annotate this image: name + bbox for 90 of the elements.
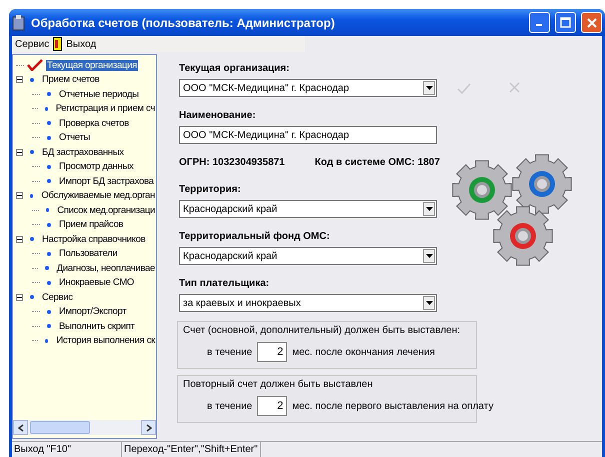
tree-item[interactable]: История выполнения ск [55,335,156,346]
dropdown-field[interactable]: ООО "МСК-Медицина" г. Краснодар [179,79,437,97]
bullet-icon [47,136,51,140]
number-field[interactable]: 2 [257,342,288,362]
bullet-icon [47,164,51,169]
bullet-icon [30,237,34,242]
number-field[interactable]: 2 [257,396,288,416]
tree-item[interactable]: Прием счетов [41,74,100,86]
dropdown-button[interactable] [423,249,435,263]
bullet-icon [47,310,51,314]
bullet-icon [30,194,34,198]
tree-item[interactable]: Отчетные периоды [58,88,140,100]
field-label: в течение [207,346,252,358]
bullet-icon [47,324,51,328]
bullet-icon [47,222,51,227]
oms-code-label: Код в системе ОМС: 1807 [314,157,440,168]
caret-icon[interactable] [426,301,432,305]
field-label: мес. после первого выставления на оплату [292,400,494,412]
maximize-button[interactable] [555,12,576,33]
bullet-icon [30,78,34,82]
tree-item[interactable]: Пользователи [58,248,118,260]
tree-item[interactable]: Сервис [41,292,74,303]
caret-icon[interactable] [426,86,432,90]
field-label: в течение [207,400,252,412]
tree-item[interactable]: Импорт БД застрахова [58,176,155,187]
close-icon[interactable] [586,18,596,28]
field-label: Тип плательщика: [179,278,270,290]
bullet-icon [47,121,51,126]
app-icon [12,14,26,30]
tree-item[interactable]: Список мед.организаци [56,204,156,216]
field-label: Текущая организация: [179,63,290,75]
bullet-icon [46,208,50,212]
minimize-button[interactable] [529,12,550,33]
caret-icon[interactable] [426,254,432,258]
bullet-icon [30,295,34,300]
bullet-icon [47,252,51,256]
dropdown-field[interactable]: Краснодарский край [179,200,437,218]
menu-item[interactable]: Сервис [15,38,50,50]
checkmark-icon [27,59,43,72]
bullet-icon [45,266,49,270]
group-caption: Повторный счет должен быть выставлен [183,379,374,390]
tree-item[interactable]: Диагнозы, неоплачивае [56,262,156,274]
horizontal-scrollbar[interactable] [13,420,156,435]
bullet-icon [47,92,51,96]
tree-item[interactable]: Отчеты [58,132,92,144]
field-label: мес. после окончания лечения [292,346,435,358]
dropdown-field[interactable]: за краевых и инокраевых [179,294,437,312]
text-field[interactable]: ООО "МСК-Медицина" г. Краснодар [179,126,437,144]
bullet-icon [47,280,51,285]
tree-item[interactable]: БД застрахованных [41,146,125,158]
dropdown-button[interactable] [423,81,435,95]
bullet-icon [47,179,51,184]
collapse-icon[interactable] [16,148,23,156]
tree-item[interactable]: Настройка справочников [41,234,146,245]
door-icon[interactable] [53,37,62,51]
dropdown-button[interactable] [423,296,435,310]
bullet-icon [45,338,48,343]
tree-item[interactable]: Просмотр данных [58,161,134,172]
scroll-thumb[interactable] [30,421,90,434]
field-label: Наименование: [179,110,257,122]
collapse-icon[interactable] [16,294,23,301]
tree-item[interactable]: Выполнить скрипт [58,320,136,332]
tree-item[interactable]: Текущая организация [46,60,138,71]
collapse-icon[interactable] [16,76,23,84]
scroll-right-button[interactable] [141,420,156,435]
dropdown-button[interactable] [423,202,435,216]
window-title: Обработка счетов (пользователь: Администратор) [31,16,336,30]
field-label: Территориальный фонд ОМС: [179,231,331,243]
caret-icon[interactable] [426,207,432,211]
tree-item[interactable]: Регистрация и прием сч [54,103,156,114]
bullet-icon [44,106,48,111]
scroll-left-button[interactable] [13,420,28,435]
dropdown-field[interactable]: Краснодарский край [179,247,437,265]
collapse-icon[interactable] [16,236,23,243]
close-button[interactable] [581,12,602,33]
collapse-icon[interactable] [16,192,23,200]
bullet-icon [30,150,34,154]
status-text: Переход-"Enter","Shift+Enter" [122,442,261,457]
group-caption: Счет (основной, дополнительный) должен быть выставлен: [183,325,462,336]
tree-item[interactable]: Проверка счетов [58,118,130,129]
menu-item[interactable]: Выход [66,38,96,50]
ogrn-label: ОГРН: 1032304935871 [179,157,285,168]
maximize-icon[interactable] [560,17,571,28]
check-icon[interactable] [457,82,471,94]
tree-item[interactable]: Обслуживаемые мед.орган [40,190,156,202]
tree-item[interactable]: Инокраевые СМО [58,277,136,288]
tree-item[interactable]: Импорт/Экспорт [58,306,128,318]
field-label: Территория: [179,184,242,196]
status-text: Выход "F10" [12,442,122,457]
tree-item[interactable]: Прием прайсов [58,219,124,230]
